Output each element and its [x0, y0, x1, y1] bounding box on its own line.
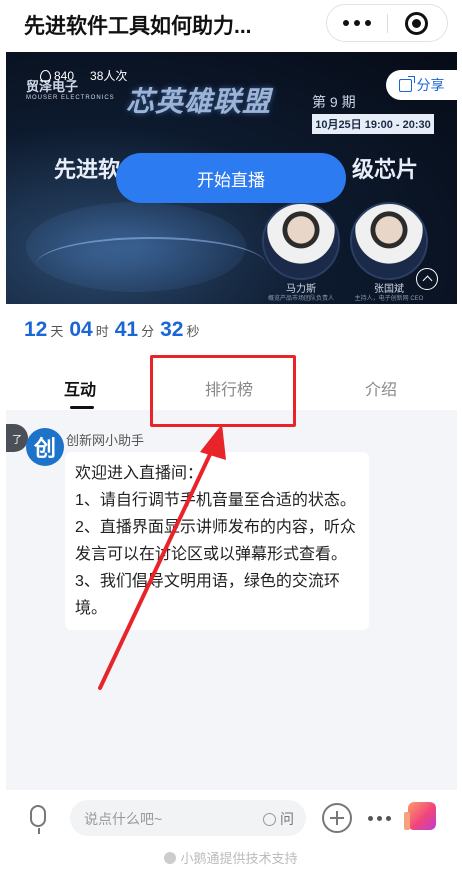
cover-headline-right: 级芯片 — [352, 157, 419, 182]
countdown-minutes-unit: 分 — [141, 324, 155, 339]
collapse-up-icon[interactable] — [416, 268, 438, 290]
side-pull-tab[interactable]: 了 — [6, 424, 28, 452]
message-line: 3、我们倡导文明用语，绿色的交流环境。 — [75, 573, 340, 617]
radio-circle-icon — [263, 812, 276, 826]
question-toggle[interactable]: 问 — [263, 809, 294, 829]
message-line: 欢迎进入直播间： — [75, 465, 204, 482]
share-icon — [398, 75, 415, 92]
comment-input[interactable]: 说点什么吧~ 问 — [70, 800, 306, 836]
speaker-role-2: 主持人，电子创新网 CEO — [354, 296, 424, 302]
countdown-days: 12 — [24, 318, 48, 341]
share-button[interactable]: 分享 — [386, 70, 457, 100]
more-dots-icon[interactable] — [368, 816, 391, 821]
powered-by-footer: 小鹅通提供技术支持 — [0, 848, 462, 867]
countdown-hours: 04 — [69, 318, 93, 341]
capsule-divider — [387, 14, 388, 33]
tab-interaction[interactable]: 互动 — [64, 376, 96, 400]
flame-icon — [40, 69, 51, 82]
welcome-message-bubble: 欢迎进入直播间： 1、请自行调节手机音量至合适的状态。 2、直播界面显示讲师发布… — [65, 452, 369, 630]
cover-headline-left: 先进软 — [54, 157, 121, 182]
countdown-seconds-unit: 秒 — [186, 324, 200, 339]
miniprogram-capsule — [326, 4, 448, 42]
countdown-days-unit: 天 — [50, 324, 64, 339]
countdown-timer: 12 天 04 时 41 分 32 秒 — [24, 318, 206, 342]
event-title: 芯英雄联盟 — [126, 86, 272, 117]
popularity-count: 840 — [40, 69, 74, 83]
chat-area[interactable]: 了 创 创新网小助手 欢迎进入直播间： 1、请自行调节手机音量至合适的状态。 2… — [6, 410, 457, 790]
tab-introduction[interactable]: 介绍 — [365, 376, 397, 400]
countdown-minutes: 41 — [114, 318, 139, 341]
close-miniprogram-icon[interactable] — [405, 12, 428, 35]
message-line: 1、请自行调节手机音量至合适的状态。 — [75, 492, 356, 509]
active-tab-indicator — [70, 406, 94, 409]
event-date: 10月25日 19:00 - 20:30 — [312, 114, 434, 134]
message-sender: 创新网小助手 — [66, 433, 145, 448]
viewer-count: 38人次 — [90, 69, 128, 83]
assistant-avatar[interactable]: 创 — [26, 428, 64, 466]
bottom-input-bar: 说点什么吧~ 问 小鹅通提供技术支持 — [0, 790, 462, 888]
episode-label: 第 9 期 — [312, 94, 356, 110]
microphone-stand — [38, 828, 40, 834]
page-title: 先进软件工具如何助力... — [24, 15, 252, 38]
xiaoe-logo-icon — [164, 852, 177, 864]
like-thumb-icon[interactable] — [404, 802, 436, 830]
live-stats: 840 38人次 — [40, 67, 127, 84]
message-line: 2、直播界面显示讲师发布的内容，听众发言可以在讨论区或以弹幕形式查看。 — [75, 519, 356, 563]
live-cover-banner[interactable]: 贸泽电子 MOUSER ELECTRONICS 840 38人次 分享 芯英雄联… — [6, 52, 457, 304]
speaker-photo-1 — [262, 202, 340, 280]
annotation-highlight-box — [150, 355, 296, 427]
top-bar: 先进软件工具如何助力... — [0, 0, 462, 48]
countdown-hours-unit: 时 — [95, 324, 109, 339]
start-live-button[interactable]: 开始直播 — [116, 153, 346, 203]
microphone-icon[interactable] — [30, 805, 46, 827]
speaker-photo-2 — [350, 202, 428, 280]
countdown-seconds: 32 — [160, 318, 184, 341]
add-plus-icon[interactable] — [322, 803, 352, 833]
more-options-icon[interactable] — [327, 5, 387, 41]
cover-car-illustration — [36, 237, 266, 292]
comment-placeholder: 说点什么吧~ — [84, 811, 163, 827]
